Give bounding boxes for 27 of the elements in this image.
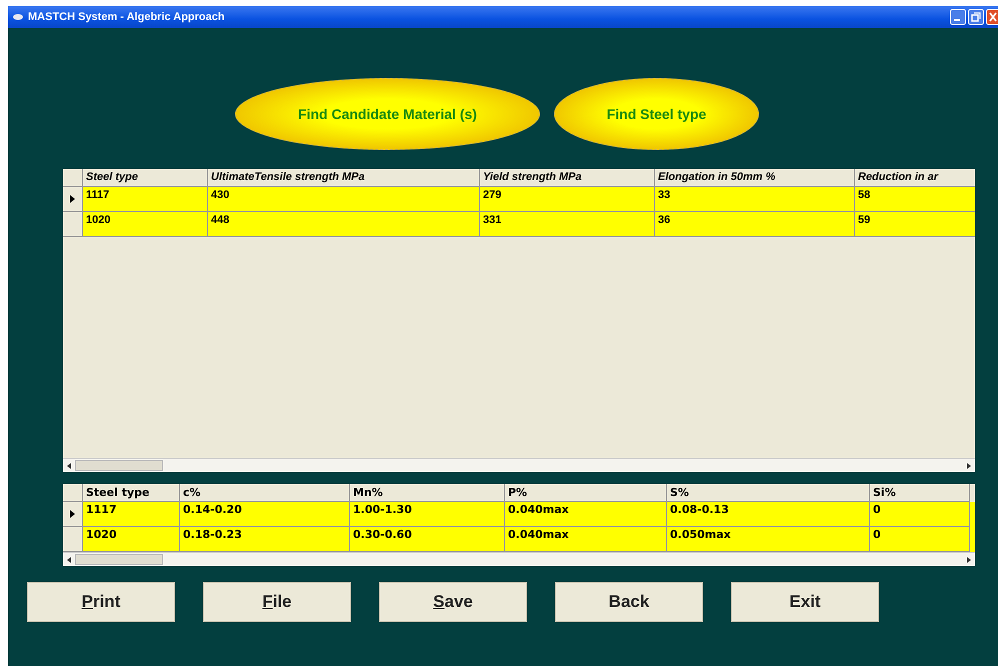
- close-icon[interactable]: [986, 9, 998, 25]
- table-cell: 1020: [83, 212, 208, 237]
- window-title: MASTCH System - Algebric Approach: [28, 11, 226, 23]
- table-cell: 448: [208, 212, 480, 237]
- command-button[interactable]: Exit: [731, 582, 879, 622]
- scroll-right-icon[interactable]: [967, 462, 971, 468]
- row-header[interactable]: [63, 502, 83, 527]
- minimize-icon[interactable]: [950, 9, 966, 25]
- oval-button[interactable]: Find Steel type: [554, 78, 759, 150]
- restore-icon[interactable]: [968, 9, 984, 25]
- scroll-left-icon[interactable]: [67, 462, 71, 468]
- scroll-left-icon[interactable]: [67, 556, 71, 562]
- current-row-icon: [70, 510, 75, 518]
- scroll-right-icon[interactable]: [967, 556, 971, 562]
- horizontal-scrollbar[interactable]: [63, 552, 975, 566]
- command-button[interactable]: File: [203, 582, 351, 622]
- command-button[interactable]: Save: [379, 582, 527, 622]
- command-button[interactable]: Print: [27, 582, 175, 622]
- app-icon: [12, 13, 24, 21]
- row-header[interactable]: [63, 187, 83, 212]
- table-cell: 59: [855, 212, 975, 237]
- current-row-icon: [70, 195, 75, 203]
- table-cell: 331: [480, 212, 655, 237]
- oval-button[interactable]: Find Candidate Material (s): [235, 78, 540, 150]
- horizontal-scrollbar[interactable]: [63, 458, 975, 472]
- table-cell: 36: [655, 212, 855, 237]
- command-button[interactable]: Back: [555, 582, 703, 622]
